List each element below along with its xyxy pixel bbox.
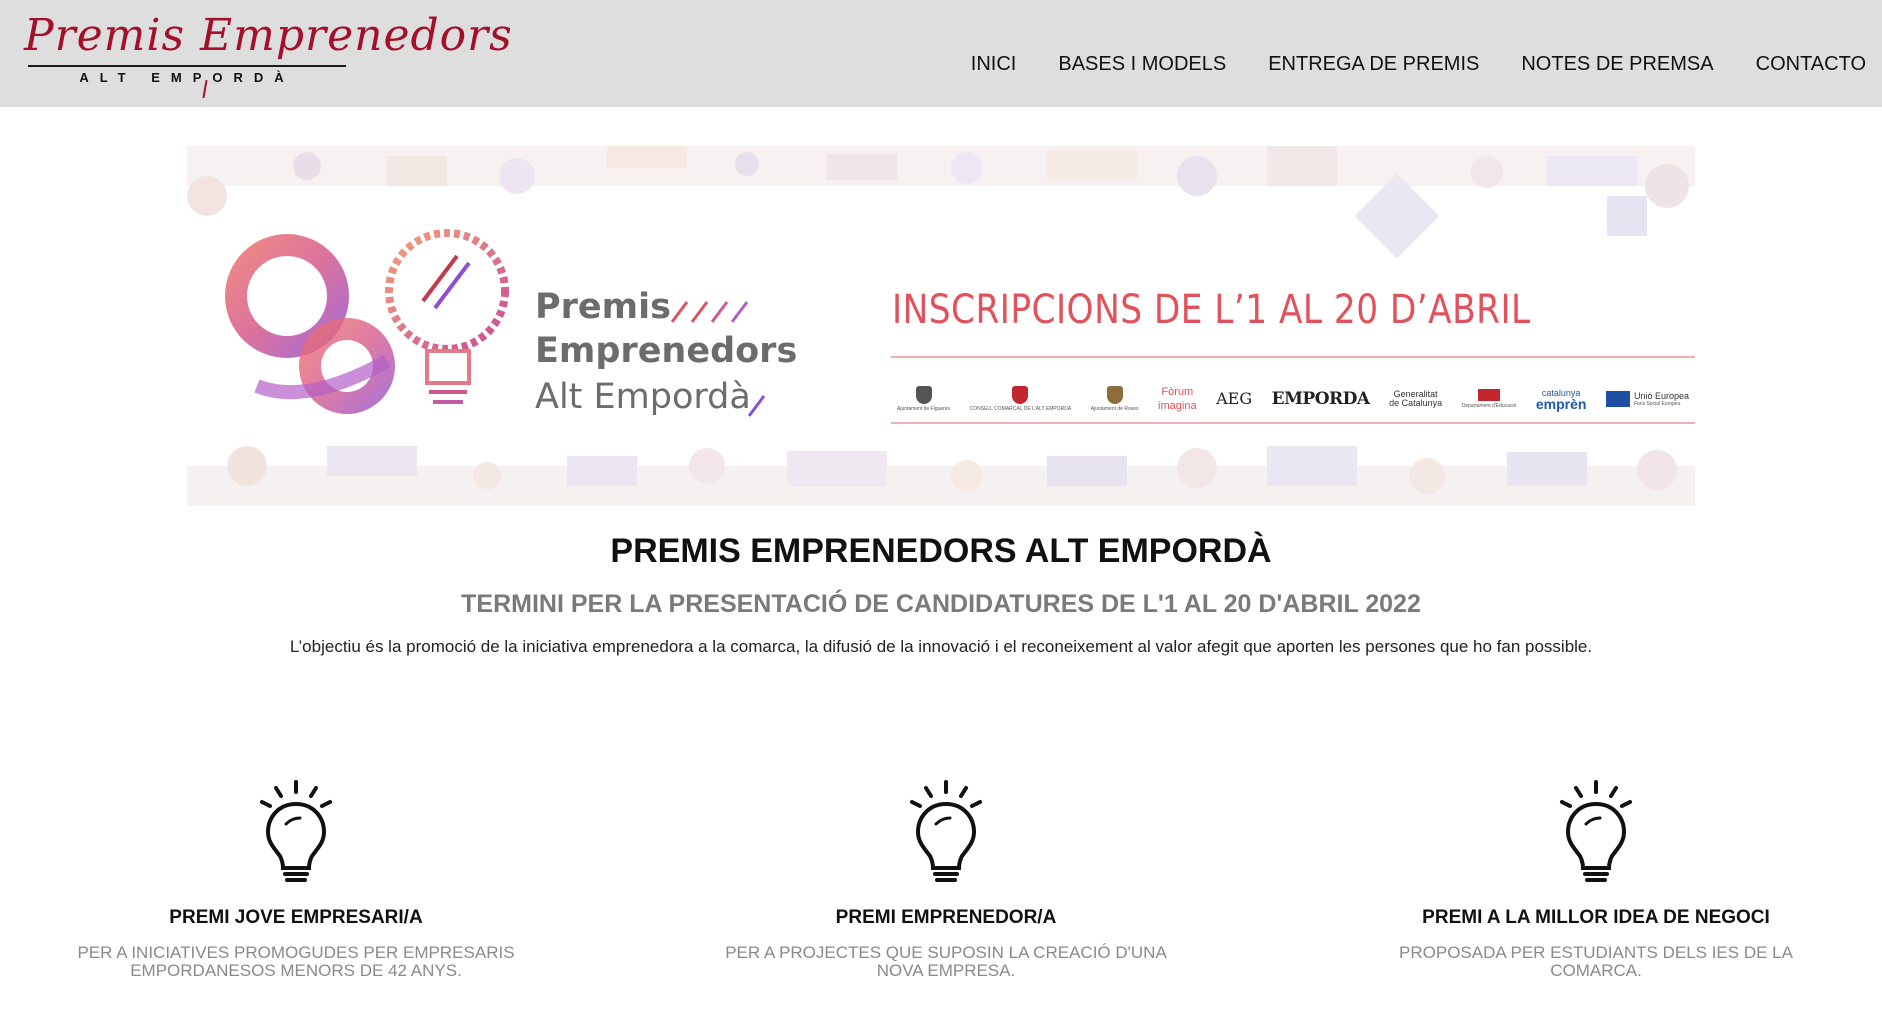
page-subtitle: TERMINI PER LA PRESENTACIÓ DE CANDIDATUR… xyxy=(461,590,1421,618)
roses-crest-icon xyxy=(1106,386,1123,404)
lightbulb-icon xyxy=(260,780,332,882)
intro-text: L’objectiu és la promoció de la iniciati… xyxy=(289,637,1593,656)
banner-word-emprenedors: Emprenedors xyxy=(535,331,798,371)
nav-entrega-de-premis[interactable]: ENTREGA DE PREMIS xyxy=(1247,50,1500,78)
sponsor-forum-imagina: Fòrum imagina xyxy=(1158,386,1197,412)
banner-headline: INSCRIPCIONS DE L’1 AL 20 D’ABRIL xyxy=(892,287,1531,333)
main-nav: INICI BASES I MODELS ENTREGA DE PREMIS N… xyxy=(950,50,1866,78)
sponsor-consell-comarcal: CONSELL COMARCAL DE L'ALT EMPORDÀ xyxy=(970,378,1071,420)
logo-underline xyxy=(28,65,346,67)
feature-millor-idea: PREMI A LA MILLOR IDEA DE NEGOCI PROPOSA… xyxy=(1336,776,1856,980)
eu-flag-icon xyxy=(1605,391,1630,407)
feature-title: PREMI A LA MILLOR IDEA DE NEGOCI xyxy=(1422,907,1770,928)
sponsor-emporda: EMPORDA xyxy=(1271,389,1370,409)
nav-contacto[interactable]: CONTACTO xyxy=(1735,50,1866,78)
sponsor-educacio: Departament d'Educació xyxy=(1462,378,1516,420)
site-header: Premis Emprenedors ALT EMPORDÀ INICI BAS… xyxy=(0,0,1882,107)
sponsor-unio-europea: Unió Europea Fons Social Europeu xyxy=(1605,378,1689,420)
feature-description: PER A INICIATIVES PROMOGUDES PER EMPRESA… xyxy=(77,943,515,980)
nav-inici[interactable]: INICI xyxy=(950,50,1038,78)
bottom-pattern xyxy=(187,446,1695,506)
page-title: PREMIS EMPRENEDORS ALT EMPORDÀ xyxy=(610,532,1272,570)
banner-word-premis: Premis xyxy=(535,287,671,327)
feature-emprenedor: PREMI EMPRENEDOR/A PER A PROJECTES QUE S… xyxy=(686,776,1206,980)
feature-title: PREMI EMPRENEDOR/A xyxy=(835,907,1057,928)
top-pattern xyxy=(187,146,1695,259)
hero-banner: Premis Emprenedors Alt Empordà INSCRIPCI… xyxy=(187,146,1695,506)
banner-word-alt-emporda: Alt Empordà xyxy=(535,377,751,417)
figueres-crest-icon xyxy=(915,386,932,404)
logo-script-text: Premis Emprenedors xyxy=(24,10,513,61)
sponsor-roses: Ajuntament de Roses xyxy=(1091,378,1139,420)
feature-description: PER A PROJECTES QUE SUPOSIN LA CREACIÓ D… xyxy=(725,943,1167,980)
consell-crest-icon xyxy=(1012,386,1029,404)
sponsor-figueres: Ajuntament de Figueres xyxy=(897,378,950,420)
sponsor-aeg: AEG xyxy=(1216,389,1253,408)
lightbulb-icon xyxy=(1560,780,1632,882)
sponsor-catalunya-empren: catalunya emprèn xyxy=(1535,388,1587,412)
banner-divider-bottom xyxy=(891,422,1695,424)
feature-title: PREMI JOVE EMPRESARI/A xyxy=(169,907,423,928)
sponsor-logos: Ajuntament de Figueres CONSELL COMARCAL … xyxy=(891,378,1695,420)
banner-bulb-emblem xyxy=(225,229,509,414)
lightbulb-icon xyxy=(910,780,982,882)
educacio-flag-icon xyxy=(1478,389,1500,401)
nav-bases-i-models[interactable]: BASES I MODELS xyxy=(1037,50,1247,78)
feature-description: PROPOSADA PER ESTUDIANTS DELS IES DE LA … xyxy=(1399,943,1793,980)
sponsor-generalitat: Generalitat de Catalunya xyxy=(1389,389,1443,408)
banner-divider-top xyxy=(891,356,1695,358)
logo-subtitle: ALT EMPORDÀ xyxy=(79,70,295,85)
site-logo[interactable]: Premis Emprenedors ALT EMPORDÀ xyxy=(24,8,512,99)
feature-jove-empresari: PREMI JOVE EMPRESARI/A PER A INICIATIVES… xyxy=(36,776,556,980)
nav-notes-de-premsa[interactable]: NOTES DE PREMSA xyxy=(1500,50,1734,78)
